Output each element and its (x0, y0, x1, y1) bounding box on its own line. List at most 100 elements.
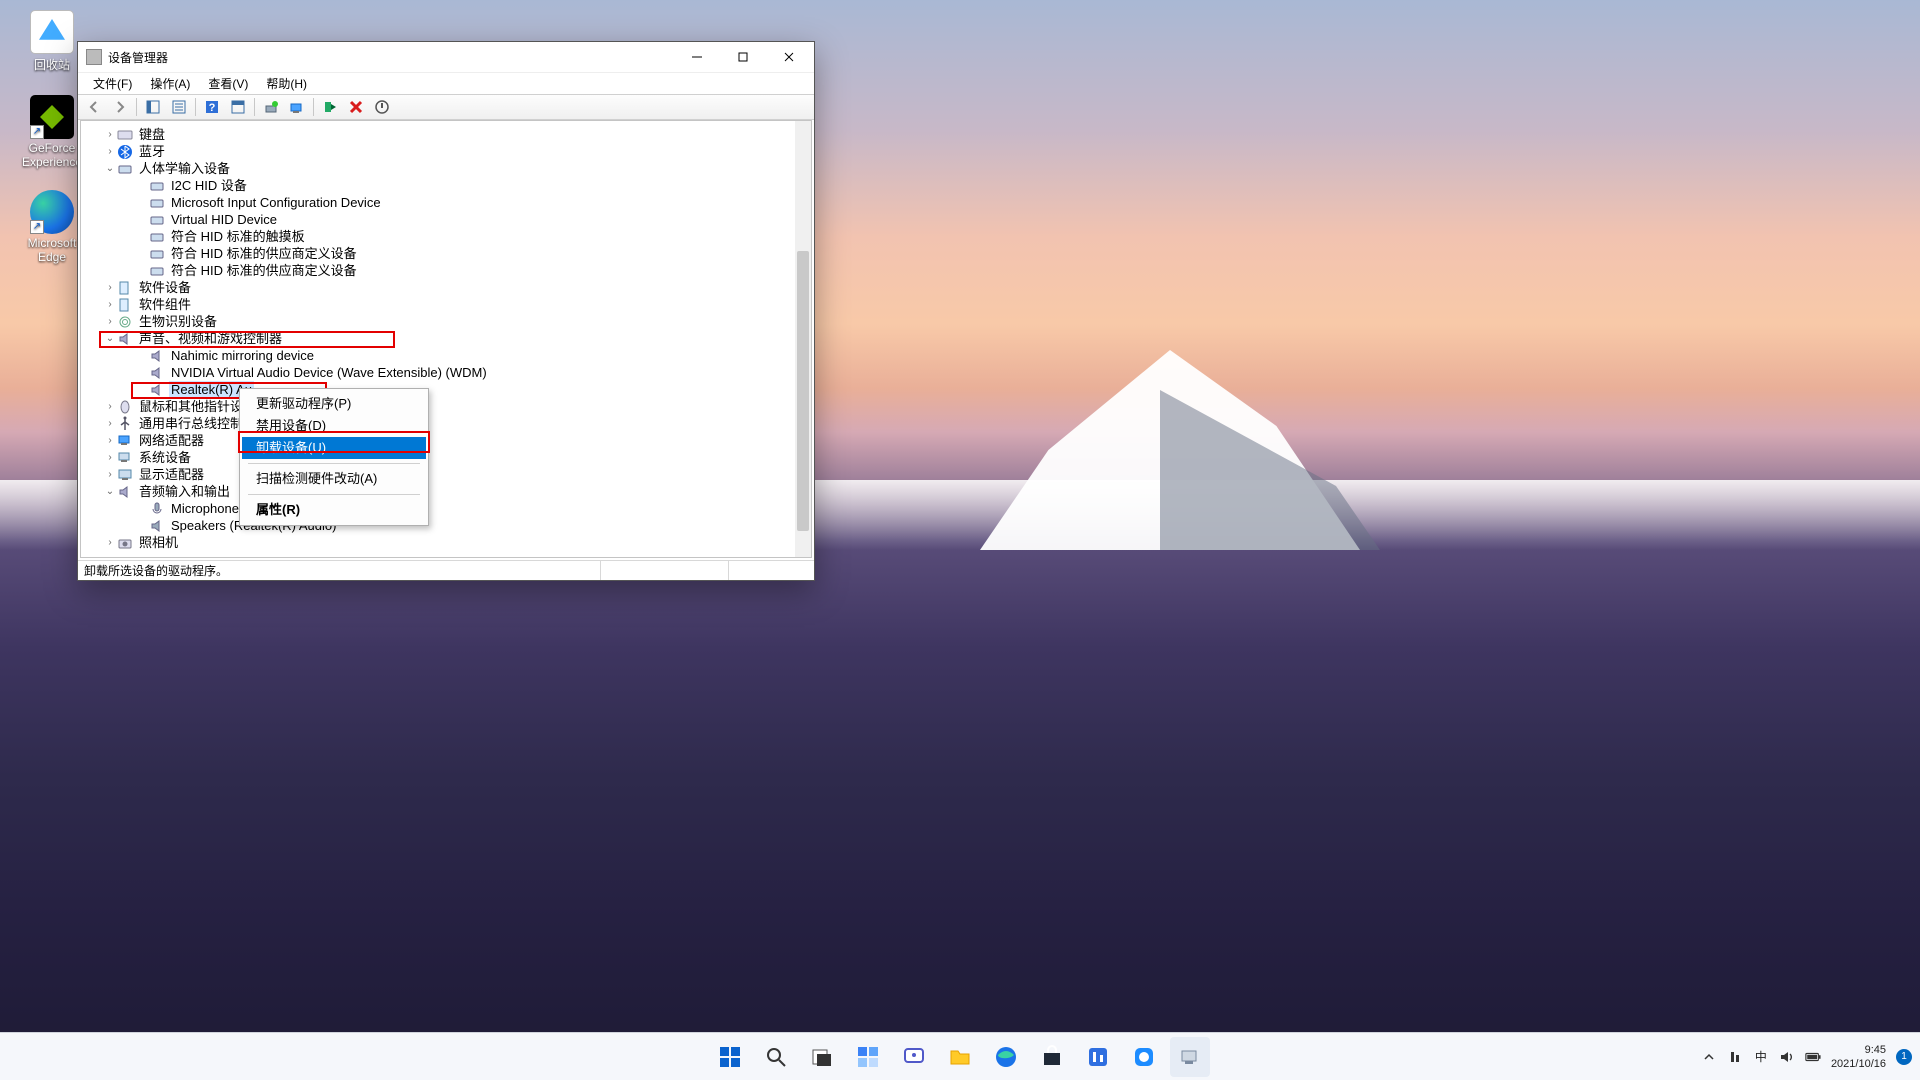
file-explorer-button[interactable] (940, 1037, 980, 1077)
edge-icon (994, 1045, 1018, 1069)
task-view-icon (810, 1045, 834, 1069)
context-menu-scan-hardware[interactable]: 扫描检测硬件改动(A) (242, 468, 426, 490)
volume-icon[interactable] (1779, 1049, 1795, 1065)
menu-help[interactable]: 帮助(H) (257, 73, 316, 94)
tree-node-display[interactable]: ›显示适配器 (85, 466, 795, 483)
menu-view[interactable]: 查看(V) (199, 73, 257, 94)
taskbar-app-button[interactable] (1078, 1037, 1118, 1077)
context-menu-disable-device[interactable]: 禁用设备(D) (242, 415, 426, 437)
search-button[interactable] (756, 1037, 796, 1077)
expand-icon[interactable]: › (103, 313, 117, 330)
context-menu-properties[interactable]: 属性(R) (242, 499, 426, 521)
toolbar-properties-button[interactable] (167, 96, 191, 118)
tree-node-hid-child[interactable]: ·I2C HID 设备 (85, 177, 795, 194)
desktop[interactable]: 回收站 ↗ GeForce Experience ↗ Microsoft Edg… (0, 0, 1920, 1080)
tree-label: 符合 HID 标准的触摸板 (169, 228, 307, 245)
device-manager-taskbar-button[interactable] (1170, 1037, 1210, 1077)
statusbar-cell (728, 561, 808, 580)
expand-icon[interactable]: › (103, 432, 117, 449)
expand-icon[interactable]: › (103, 143, 117, 160)
expand-icon[interactable]: › (103, 534, 117, 551)
task-view-button[interactable] (802, 1037, 842, 1077)
tree-node-hid-child[interactable]: ·Microsoft Input Configuration Device (85, 194, 795, 211)
device-tree[interactable]: › 键盘 › 蓝牙 ⌄ 人体学输入设备 ·I2C HID 设备 ·Microso… (81, 121, 795, 557)
expand-icon[interactable]: › (103, 415, 117, 432)
ime-indicator[interactable]: 中 (1753, 1049, 1769, 1065)
battery-icon[interactable] (1805, 1049, 1821, 1065)
expand-icon[interactable]: › (103, 449, 117, 466)
tree-node-hid-child[interactable]: ·符合 HID 标准的触摸板 (85, 228, 795, 245)
expand-icon[interactable]: › (103, 296, 117, 313)
tree-node-software-components[interactable]: ›软件组件 (85, 296, 795, 313)
hid-device-icon (149, 246, 165, 262)
context-menu-update-driver[interactable]: 更新驱动程序(P) (242, 393, 426, 415)
expand-icon[interactable]: › (103, 126, 117, 143)
tray-app-icon[interactable] (1727, 1049, 1743, 1065)
tree-node-usb[interactable]: ›通用串行总线控制 (85, 415, 795, 432)
context-menu-separator (248, 494, 420, 495)
toolbar-enable-button[interactable] (318, 96, 342, 118)
titlebar[interactable]: 设备管理器 (78, 42, 814, 72)
tree-label: 网络适配器 (137, 432, 206, 449)
tree-node-camera[interactable]: ›照相机 (85, 534, 795, 551)
store-button[interactable] (1032, 1037, 1072, 1077)
close-button[interactable] (766, 42, 812, 72)
tree-label: 符合 HID 标准的供应商定义设备 (169, 262, 359, 279)
collapse-icon[interactable]: ⌄ (103, 330, 117, 347)
edge-button[interactable] (986, 1037, 1026, 1077)
toolbar-disable-button[interactable] (370, 96, 394, 118)
vertical-scrollbar[interactable] (795, 121, 811, 557)
tree-node-hid[interactable]: ⌄ 人体学输入设备 (85, 160, 795, 177)
tree-node-audio-io-child[interactable]: ·Speakers (Realtek(R) Audio) (85, 517, 795, 534)
menu-action[interactable]: 操作(A) (141, 73, 199, 94)
scrollbar-thumb[interactable] (797, 251, 809, 531)
wallpaper-mountain-shadow (1160, 390, 1380, 550)
tree-node-audio-io-child[interactable]: ·Microphone ( (85, 500, 795, 517)
tree-node-sound-child[interactable]: ·Nahimic mirroring device (85, 347, 795, 364)
system-device-icon (117, 450, 133, 466)
collapse-icon[interactable]: ⌄ (103, 160, 117, 177)
tree-node-software-devices[interactable]: ›软件设备 (85, 279, 795, 296)
clock-date: 2021/10/16 (1831, 1057, 1886, 1071)
clock[interactable]: 9:45 2021/10/16 (1831, 1043, 1886, 1071)
toolbar-forward-button[interactable] (108, 96, 132, 118)
toolbar-uninstall-button[interactable] (344, 96, 368, 118)
tree-node-network[interactable]: › 网络适配器 (85, 432, 795, 449)
toolbar-show-hide-tree-button[interactable] (141, 96, 165, 118)
tree-node-audio-io[interactable]: ⌄ 音频输入和输出 (85, 483, 795, 500)
tree-node-bluetooth[interactable]: › 蓝牙 (85, 143, 795, 160)
biometric-icon (117, 314, 133, 330)
tree-node-biometric[interactable]: ›生物识别设备 (85, 313, 795, 330)
tree-node-realtek-audio[interactable]: ·Realtek(R) Au (85, 381, 795, 398)
context-menu-separator (248, 463, 420, 464)
tree-node-keyboards[interactable]: › 键盘 (85, 126, 795, 143)
notification-badge[interactable]: 1 (1896, 1049, 1912, 1065)
start-button[interactable] (710, 1037, 750, 1077)
tree-node-system-devices[interactable]: ›系统设备 (85, 449, 795, 466)
widgets-button[interactable] (848, 1037, 888, 1077)
menu-file[interactable]: 文件(F) (84, 73, 141, 94)
expand-icon[interactable]: › (103, 398, 117, 415)
toolbar-back-button[interactable] (82, 96, 106, 118)
toolbar-help-button[interactable]: ? (200, 96, 224, 118)
app-icon (1086, 1045, 1110, 1069)
toolbar-scan-hardware-button[interactable] (285, 96, 309, 118)
tree-node-sound-child[interactable]: ·NVIDIA Virtual Audio Device (Wave Exten… (85, 364, 795, 381)
tree-node-hid-child[interactable]: ·Virtual HID Device (85, 211, 795, 228)
tree-node-hid-child[interactable]: ·符合 HID 标准的供应商定义设备 (85, 262, 795, 279)
minimize-button[interactable] (674, 42, 720, 72)
expand-icon[interactable]: › (103, 279, 117, 296)
tree-node-mice[interactable]: ›鼠标和其他指针设 (85, 398, 795, 415)
toolbar-actions-button[interactable] (226, 96, 250, 118)
context-menu-uninstall-device[interactable]: 卸载设备(U) (242, 437, 426, 459)
taskbar-app-button[interactable] (1124, 1037, 1164, 1077)
collapse-icon[interactable]: ⌄ (103, 483, 117, 500)
tree-node-sound[interactable]: ⌄ 声音、视频和游戏控制器 (85, 330, 795, 347)
tree-node-hid-child[interactable]: ·符合 HID 标准的供应商定义设备 (85, 245, 795, 262)
toolbar-update-driver-button[interactable] (259, 96, 283, 118)
expand-icon[interactable]: › (103, 466, 117, 483)
chat-button[interactable] (894, 1037, 934, 1077)
tray-overflow-icon[interactable] (1701, 1049, 1717, 1065)
toolbar: ? (78, 94, 814, 120)
maximize-button[interactable] (720, 42, 766, 72)
